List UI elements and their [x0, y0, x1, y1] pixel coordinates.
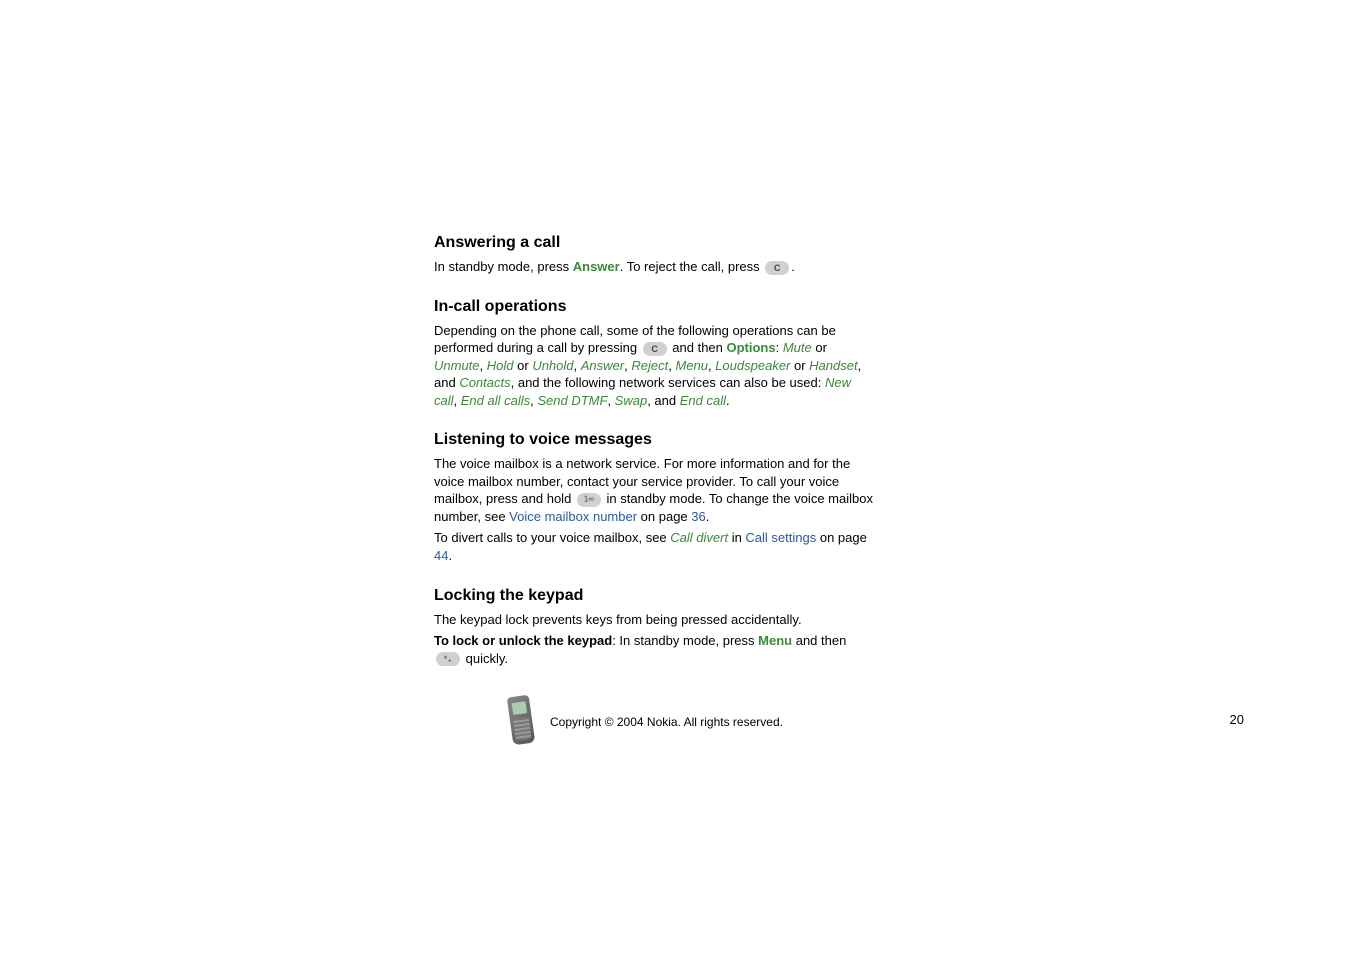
text: , and the following network services can… [511, 375, 825, 390]
call-divert-option: Call divert [670, 530, 728, 545]
star-key-icon [436, 652, 460, 666]
paragraph-locking-2: To lock or unlock the keypad: In standby… [434, 632, 874, 667]
text: and then [792, 633, 846, 648]
text: , [454, 393, 461, 408]
text: and then [669, 340, 727, 355]
text: on page [816, 530, 867, 545]
paragraph-listening-2: To divert calls to your voice mailbox, s… [434, 529, 874, 564]
heading-locking: Locking the keypad [434, 587, 874, 605]
text: , [574, 358, 581, 373]
text: quickly. [462, 651, 508, 666]
copyright-text: Copyright © 2004 Nokia. All rights reser… [550, 715, 783, 729]
text: , [480, 358, 487, 373]
text: , [607, 393, 614, 408]
endcall-option: End call [680, 393, 726, 408]
unhold-option: Unhold [532, 358, 573, 373]
endallcalls-option: End all calls [461, 393, 530, 408]
text: . To reject the call, press [620, 259, 764, 274]
paragraph-listening-1: The voice mailbox is a network service. … [434, 455, 874, 525]
text: , and [647, 393, 680, 408]
senddtmf-option: Send DTMF [537, 393, 607, 408]
text: or [812, 340, 827, 355]
heading-answering: Answering a call [434, 234, 874, 252]
text: or [514, 358, 533, 373]
page-number: 20 [1230, 712, 1244, 727]
text: In standby mode, press [434, 259, 573, 274]
section-answering-call: Answering a call In standby mode, press … [434, 234, 874, 276]
text: or [790, 358, 809, 373]
section-listening: Listening to voice messages The voice ma… [434, 431, 874, 564]
options-label: Options [727, 340, 776, 355]
answer-label: Answer [573, 259, 620, 274]
handset-option: Handset [809, 358, 857, 373]
paragraph-answering: In standby mode, press Answer. To reject… [434, 258, 874, 276]
paragraph-locking-1: The keypad lock prevents keys from being… [434, 611, 874, 629]
hold-option: Hold [487, 358, 514, 373]
page-footer: Copyright © 2004 Nokia. All rights reser… [510, 696, 930, 748]
section-locking: Locking the keypad The keypad lock preve… [434, 587, 874, 668]
section-incall-operations: In-call operations Depending on the phon… [434, 298, 874, 410]
unmute-option: Unmute [434, 358, 480, 373]
reject-option: Reject [631, 358, 668, 373]
nokia-phone-icon [510, 696, 538, 748]
lock-unlock-bold: To lock or unlock the keypad [434, 633, 612, 648]
voice-mailbox-link[interactable]: Voice mailbox number [509, 509, 637, 524]
text: : In standby mode, press [612, 633, 758, 648]
text: in [728, 530, 745, 545]
one-key-icon [577, 493, 601, 507]
text: . [726, 393, 730, 408]
contacts-option: Contacts [459, 375, 510, 390]
c-key-icon [765, 261, 789, 275]
answer-option: Answer [581, 358, 624, 373]
page-36-link[interactable]: 36 [691, 509, 705, 524]
heading-incall: In-call operations [434, 298, 874, 316]
text: To divert calls to your voice mailbox, s… [434, 530, 670, 545]
page-44-link[interactable]: 44 [434, 548, 448, 563]
menu-option: Menu [675, 358, 708, 373]
menu-label: Menu [758, 633, 792, 648]
page-content: Answering a call In standby mode, press … [434, 234, 874, 689]
text: on page [637, 509, 691, 524]
text: . [706, 509, 710, 524]
heading-listening: Listening to voice messages [434, 431, 874, 449]
text: : [776, 340, 783, 355]
c-key-icon [643, 342, 667, 356]
paragraph-incall: Depending on the phone call, some of the… [434, 322, 874, 410]
swap-option: Swap [615, 393, 648, 408]
call-settings-link[interactable]: Call settings [745, 530, 816, 545]
text: . [448, 548, 452, 563]
text: . [791, 259, 795, 274]
mute-option: Mute [783, 340, 812, 355]
loudspeaker-option: Loudspeaker [715, 358, 790, 373]
